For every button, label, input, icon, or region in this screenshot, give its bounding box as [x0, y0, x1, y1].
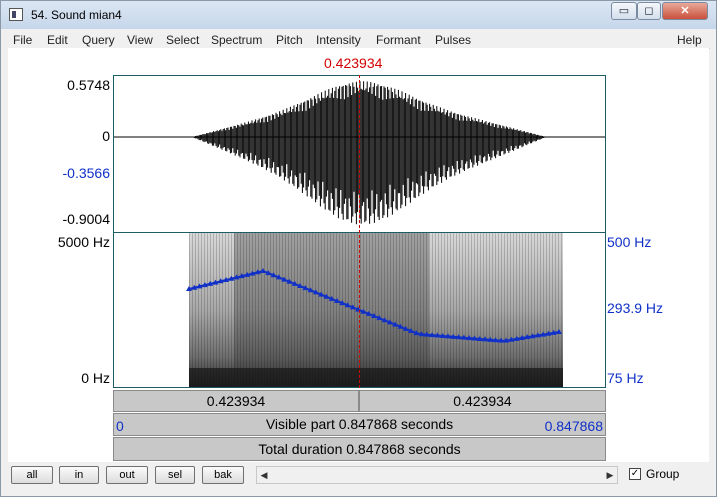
title-bar: 54. Sound mian4 ▭ ◻ ✕ — [1, 1, 716, 29]
spectrogram-low-band — [189, 368, 563, 387]
waveform-y-max: 0.5748 — [67, 77, 110, 93]
visible-end: 0.847868 — [544, 418, 603, 434]
visible-part-text: Visible part 0.847868 seconds — [265, 416, 454, 432]
bak-button[interactable]: bak — [202, 466, 244, 484]
visible-start: 0 — [116, 418, 124, 434]
spectrogram-striation — [189, 233, 563, 387]
spectrogram-freq-min: 0 Hz — [81, 370, 110, 386]
sel-button[interactable]: sel — [155, 466, 195, 484]
time-bar-left[interactable]: 0.423934 — [113, 390, 359, 412]
menu-spectrum[interactable]: Spectrum — [211, 33, 262, 47]
menu-bar: File Edit Query View Select Spectrum Pit… — [9, 31, 710, 49]
pitch-value-label: 293.9 Hz — [607, 300, 664, 316]
group-checkbox[interactable]: ✓ — [629, 468, 641, 480]
close-button[interactable]: ✕ — [662, 2, 708, 20]
waveform-y-min: -0.9004 — [62, 211, 110, 227]
cursor-line — [359, 75, 360, 388]
group-label: Group — [646, 467, 680, 481]
spectrogram-plot — [186, 233, 563, 387]
menu-intensity[interactable]: Intensity — [316, 33, 361, 47]
window-title: 54. Sound mian4 — [31, 8, 122, 22]
menu-view[interactable]: View — [127, 33, 153, 47]
menu-formant[interactable]: Formant — [376, 33, 421, 47]
pitch-min-label: 75 Hz — [607, 370, 644, 386]
waveform-y-cursor: -0.3566 — [62, 165, 110, 181]
visible-part-bar[interactable]: 0 Visible part 0.847868 seconds 0.847868 — [113, 413, 606, 436]
menu-edit[interactable]: Edit — [47, 33, 68, 47]
time-scrollbar[interactable]: ◀ ▶ — [256, 466, 618, 484]
menu-select[interactable]: Select — [166, 33, 199, 47]
in-button[interactable]: in — [59, 466, 99, 484]
time-bar-right[interactable]: 0.423934 — [359, 390, 606, 412]
total-duration-bar[interactable]: Total duration 0.847868 seconds — [113, 437, 606, 461]
scroll-right-icon[interactable]: ▶ — [603, 467, 617, 483]
app-icon — [9, 8, 23, 21]
menu-query[interactable]: Query — [82, 33, 115, 47]
waveform-plot — [114, 81, 605, 225]
minimize-button[interactable]: ▭ — [611, 2, 637, 20]
cursor-time-label: 0.423934 — [324, 55, 383, 71]
menu-file[interactable]: File — [13, 33, 32, 47]
out-button[interactable]: out — [106, 466, 148, 484]
waveform-y-zero: 0 — [102, 128, 110, 144]
all-button[interactable]: all — [11, 466, 53, 484]
menu-pitch[interactable]: Pitch — [276, 33, 303, 47]
scroll-left-icon[interactable]: ◀ — [257, 467, 271, 483]
menu-help[interactable]: Help — [677, 33, 702, 47]
menu-pulses[interactable]: Pulses — [435, 33, 471, 47]
spectrogram-freq-max: 5000 Hz — [57, 234, 110, 250]
waveform-signal — [192, 81, 547, 225]
pitch-max-label: 500 Hz — [607, 234, 652, 250]
maximize-button[interactable]: ◻ — [637, 2, 661, 20]
